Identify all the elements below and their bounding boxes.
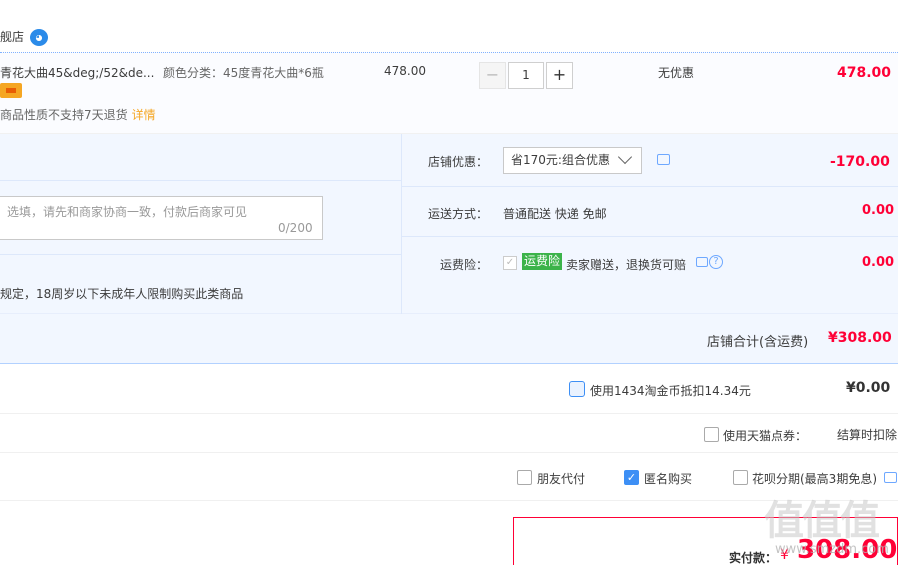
help-icon[interactable]: ? (709, 255, 723, 269)
credit-card-icon (0, 83, 22, 98)
friend-pay-label[interactable]: 朋友代付 (537, 470, 585, 487)
store-name[interactable]: 舰店 (0, 28, 24, 45)
insurance-amount: 0.00 (862, 255, 895, 270)
divider (0, 452, 898, 453)
insurance-label: 运费险： (440, 258, 489, 272)
shipping-label: 运送方式： (428, 207, 489, 221)
coins-amount: ¥0.00 (846, 380, 891, 396)
comment-icon[interactable] (657, 154, 670, 165)
watermark-url: www.smzdm.com (775, 542, 889, 557)
shop-discount-amount: -170.00 (830, 154, 890, 170)
quantity-input[interactable]: 1 (508, 62, 544, 89)
return-policy-text: 商品性质不支持7天退货 (0, 108, 128, 122)
return-policy-note: 商品性质不支持7天退货 详情 (0, 106, 156, 123)
huabei-label[interactable]: 花呗分期(最高3期免息) (752, 470, 877, 487)
coins-checkbox[interactable] (569, 381, 585, 397)
comment-icon[interactable] (884, 472, 897, 483)
divider (0, 254, 401, 255)
item-sku: 颜色分类：45度青花大曲*6瓶 (163, 66, 324, 80)
anonymous-checkbox[interactable]: ✓ (624, 470, 639, 485)
friend-pay-checkbox[interactable] (517, 470, 532, 485)
shipping-method: 普通配送 快递 免邮 (503, 207, 607, 221)
shop-total-label: 店铺合计(含运费) (707, 335, 809, 350)
return-policy-link[interactable]: 详情 (132, 108, 156, 122)
comment-icon[interactable] (696, 257, 708, 267)
age-restriction-note: 规定，18周岁以下未成年人限制购买此类商品 (0, 287, 244, 301)
shop-discount-label: 店铺优惠： (428, 155, 489, 169)
item-discount: 无优惠 (658, 66, 695, 80)
memo-placeholder: 选填，请先和商家协商一致，付款后商家可见 (7, 205, 248, 219)
insurance-tag: 运费险 (522, 253, 563, 270)
divider (0, 413, 898, 414)
huabei-checkbox[interactable] (733, 470, 748, 485)
watermark: 值值值 (764, 498, 880, 544)
wangwang-chat-icon[interactable]: ◕ (30, 29, 48, 46)
divider (402, 186, 898, 187)
divider (0, 180, 401, 181)
unit-price: 478.00 (384, 64, 426, 78)
shop-total-amount: ¥308.00 (828, 330, 892, 346)
shipping-amount: 0.00 (862, 203, 895, 218)
item-title[interactable]: 青花大曲45&deg;/52&de... (0, 64, 160, 81)
quantity-increase-button[interactable]: + (546, 62, 573, 89)
insurance-description: 卖家赠送，退换货可赔 (566, 258, 687, 272)
divider (402, 236, 898, 237)
divider (401, 134, 402, 314)
item-subtotal: 478.00 (837, 65, 892, 81)
tmall-points-value: 结算时扣除 (837, 428, 898, 442)
tmall-points-checkbox[interactable] (704, 427, 719, 442)
memo-char-count: 0/200 (278, 221, 313, 235)
payment-label: 实付款： (729, 551, 778, 565)
insurance-checkbox[interactable]: ✓ (503, 256, 517, 270)
tmall-points-label: 使用天猫点券： (723, 429, 808, 443)
quantity-decrease-button[interactable]: − (479, 62, 506, 89)
anonymous-label[interactable]: 匿名购买 (644, 470, 692, 487)
coins-label: 使用1434淘金币抵扣14.34元 (590, 384, 751, 398)
